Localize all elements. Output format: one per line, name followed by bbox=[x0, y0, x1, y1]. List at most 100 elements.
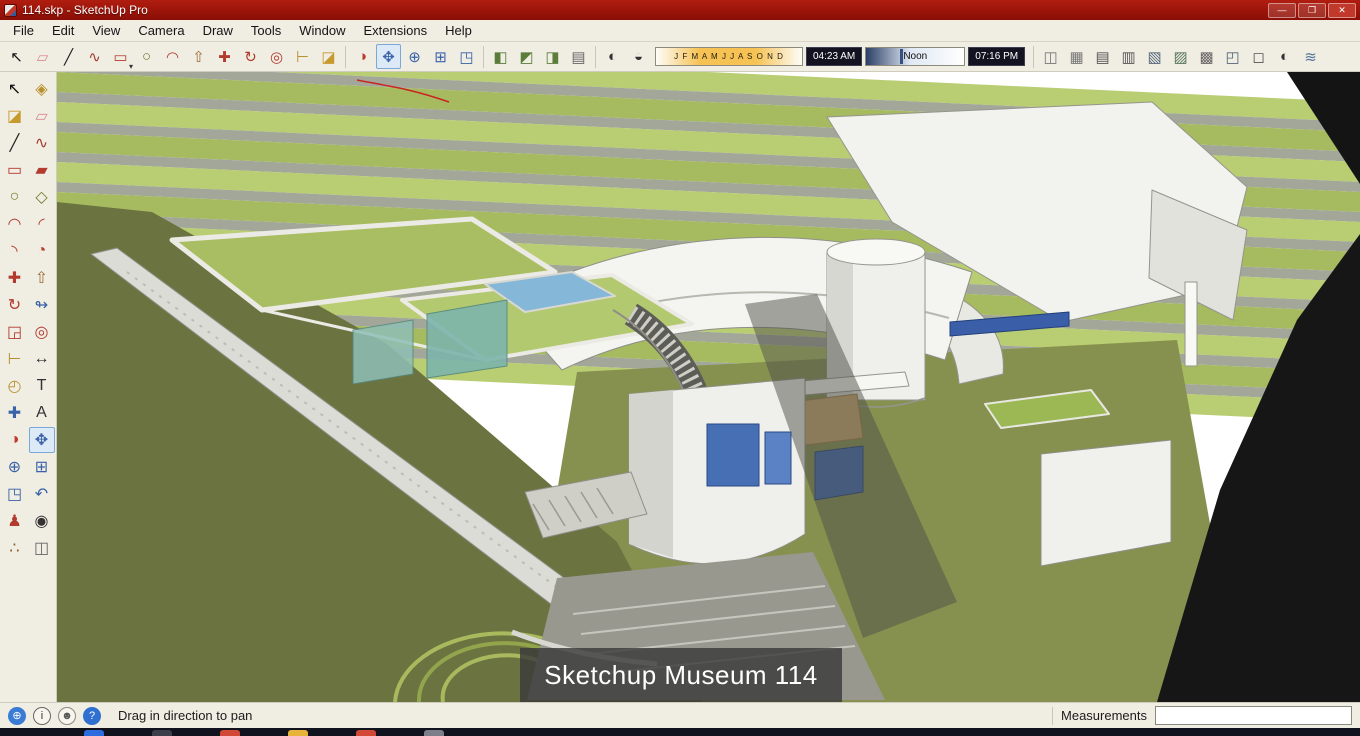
line-tool[interactable]: ╱ bbox=[56, 44, 81, 69]
shadow-month-strip[interactable]: J F M A M J J A S O N D bbox=[655, 47, 803, 66]
circle-tool[interactable]: ○ bbox=[2, 184, 28, 210]
shaded-textures-style[interactable]: ▨ bbox=[1168, 44, 1193, 69]
taskbar-app-icon[interactable] bbox=[84, 730, 104, 736]
offset-tool[interactable]: ◎ bbox=[29, 319, 55, 345]
eraser-tool[interactable]: ▱ bbox=[30, 44, 55, 69]
zoom-extents-tool[interactable]: ◳ bbox=[2, 481, 28, 507]
rotate-tool[interactable]: ↻ bbox=[238, 44, 263, 69]
menu-item[interactable]: Window bbox=[290, 21, 354, 40]
rectangle-tool[interactable]: ▭ bbox=[108, 44, 133, 72]
select-tool[interactable]: ↖ bbox=[2, 76, 28, 102]
tape-measure-tool[interactable]: ⊢ bbox=[290, 44, 315, 69]
shadow-start-time[interactable]: 04:23 AM bbox=[806, 47, 863, 66]
zoom-window-tool[interactable]: ⊞ bbox=[29, 454, 55, 480]
taskbar-app-icon[interactable] bbox=[424, 730, 444, 736]
taskbar-app-icon[interactable] bbox=[220, 730, 240, 736]
section-plane-button[interactable]: ◫ bbox=[1038, 44, 1063, 69]
close-button[interactable]: ✕ bbox=[1328, 2, 1356, 18]
previous-view-tool[interactable]: ↶ bbox=[29, 481, 55, 507]
info-icon[interactable]: i bbox=[33, 706, 51, 725]
maximize-button[interactable]: ❐ bbox=[1298, 2, 1326, 18]
make-component-tool[interactable]: ◈ bbox=[29, 76, 55, 102]
rotate-tool[interactable]: ↻ bbox=[2, 292, 28, 318]
three-point-arc-tool[interactable]: ◝ bbox=[2, 238, 28, 264]
paint-bucket-tool[interactable]: ◪ bbox=[316, 44, 341, 69]
move-tool[interactable]: ✚ bbox=[2, 265, 28, 291]
title-bar[interactable]: 114.skp - SketchUp Pro — ❐ ✕ bbox=[0, 0, 1360, 20]
text-tool[interactable]: T bbox=[29, 373, 55, 399]
taskbar-app-icon[interactable] bbox=[356, 730, 376, 736]
zoom-extents-tool[interactable]: ◳ bbox=[454, 44, 479, 69]
scenes-button[interactable]: ◻ bbox=[1246, 44, 1271, 69]
shaded-style[interactable]: ▧ bbox=[1142, 44, 1167, 69]
eraser-tool[interactable]: ▱ bbox=[29, 103, 55, 129]
menu-item[interactable]: Draw bbox=[194, 21, 242, 40]
menu-item[interactable]: Edit bbox=[43, 21, 83, 40]
arc-tool[interactable]: ◠ bbox=[2, 211, 28, 237]
push-pull-tool[interactable]: ⇧ bbox=[29, 265, 55, 291]
protractor-tool[interactable]: ◴ bbox=[2, 373, 28, 399]
scale-tool[interactable]: ◲ bbox=[2, 319, 28, 345]
arc-tool[interactable]: ◠ bbox=[160, 44, 185, 69]
wireframe-style[interactable]: ▤ bbox=[1090, 44, 1115, 69]
follow-me-tool[interactable]: ↬ bbox=[29, 292, 55, 318]
shadow-time-slider[interactable]: Noon bbox=[865, 47, 966, 66]
polygon-tool[interactable]: ◇ bbox=[29, 184, 55, 210]
paint-bucket-tool[interactable]: ◪ bbox=[2, 103, 28, 129]
axes-tool[interactable]: ✚ bbox=[2, 400, 28, 426]
pie-tool[interactable]: ◔ bbox=[29, 238, 55, 264]
hidden-line-style[interactable]: ▥ bbox=[1116, 44, 1141, 69]
freehand-tool[interactable]: ∿ bbox=[29, 130, 55, 156]
three-d-text-tool[interactable]: A bbox=[29, 400, 55, 426]
menu-item[interactable]: Extensions bbox=[355, 21, 437, 40]
top-view[interactable]: ◩ bbox=[514, 44, 539, 69]
geolocation-icon[interactable]: ⊕ bbox=[8, 706, 26, 725]
rotated-rectangle-tool[interactable]: ▰ bbox=[29, 157, 55, 183]
shadows-dialog-button[interactable]: ◐ bbox=[1272, 44, 1297, 69]
measurements-input[interactable] bbox=[1155, 706, 1352, 725]
walk-tool[interactable]: ∴ bbox=[2, 535, 28, 561]
section-cuts-button[interactable]: ▦ bbox=[1064, 44, 1089, 69]
windows-taskbar[interactable] bbox=[0, 728, 1360, 736]
shadow-settings-button[interactable]: ◐ bbox=[600, 44, 625, 69]
menu-item[interactable]: Help bbox=[436, 21, 481, 40]
look-around-tool[interactable]: ◉ bbox=[29, 508, 55, 534]
taskbar-app-icon[interactable] bbox=[152, 730, 172, 736]
model-viewport[interactable]: Sketchup Museum 114 bbox=[57, 72, 1360, 702]
menu-item[interactable]: View bbox=[83, 21, 129, 40]
dimension-tool[interactable]: ↔ bbox=[29, 346, 55, 372]
position-camera-tool[interactable]: ♟ bbox=[2, 508, 28, 534]
section-plane-tool[interactable]: ◫ bbox=[29, 535, 55, 561]
offset-tool[interactable]: ◎ bbox=[264, 44, 289, 69]
two-point-arc-tool[interactable]: ◜ bbox=[29, 211, 55, 237]
zoom-tool[interactable]: ⊕ bbox=[402, 44, 427, 69]
freehand-tool[interactable]: ∿ bbox=[82, 44, 107, 69]
shadow-end-time[interactable]: 07:16 PM bbox=[968, 47, 1026, 66]
pan-tool[interactable]: ✥ bbox=[28, 426, 55, 453]
front-view[interactable]: ◨ bbox=[540, 44, 565, 69]
shadow-toggle-button[interactable]: ◒ bbox=[626, 44, 651, 69]
orbit-tool[interactable]: ◑ bbox=[2, 427, 28, 453]
tape-measure-tool[interactable]: ⊢ bbox=[2, 346, 28, 372]
orbit-tool[interactable]: ◑ bbox=[350, 44, 375, 69]
iso-view[interactable]: ◧ bbox=[488, 44, 513, 69]
zoom-window-tool[interactable]: ⊞ bbox=[428, 44, 453, 69]
xray-style[interactable]: ◰ bbox=[1220, 44, 1245, 69]
line-tool[interactable]: ╱ bbox=[2, 130, 28, 156]
fog-button[interactable]: ≋ bbox=[1298, 44, 1323, 69]
monochrome-style[interactable]: ▩ bbox=[1194, 44, 1219, 69]
select-tool[interactable]: ↖ bbox=[4, 44, 29, 69]
user-icon[interactable]: ☻ bbox=[58, 706, 76, 725]
minimize-button[interactable]: — bbox=[1268, 2, 1296, 18]
push-pull-tool[interactable]: ⇧ bbox=[186, 44, 211, 69]
menu-item[interactable]: File bbox=[4, 21, 43, 40]
taskbar-app-icon[interactable] bbox=[288, 730, 308, 736]
pan-tool[interactable]: ✥ bbox=[376, 44, 401, 69]
zoom-tool[interactable]: ⊕ bbox=[2, 454, 28, 480]
rectangle-tool[interactable]: ▭ bbox=[2, 157, 28, 183]
move-tool[interactable]: ✚ bbox=[212, 44, 237, 69]
menu-item[interactable]: Camera bbox=[129, 21, 193, 40]
menu-item[interactable]: Tools bbox=[242, 21, 290, 40]
help-icon[interactable]: ? bbox=[83, 706, 101, 725]
circle-tool[interactable]: ○ bbox=[134, 44, 159, 69]
